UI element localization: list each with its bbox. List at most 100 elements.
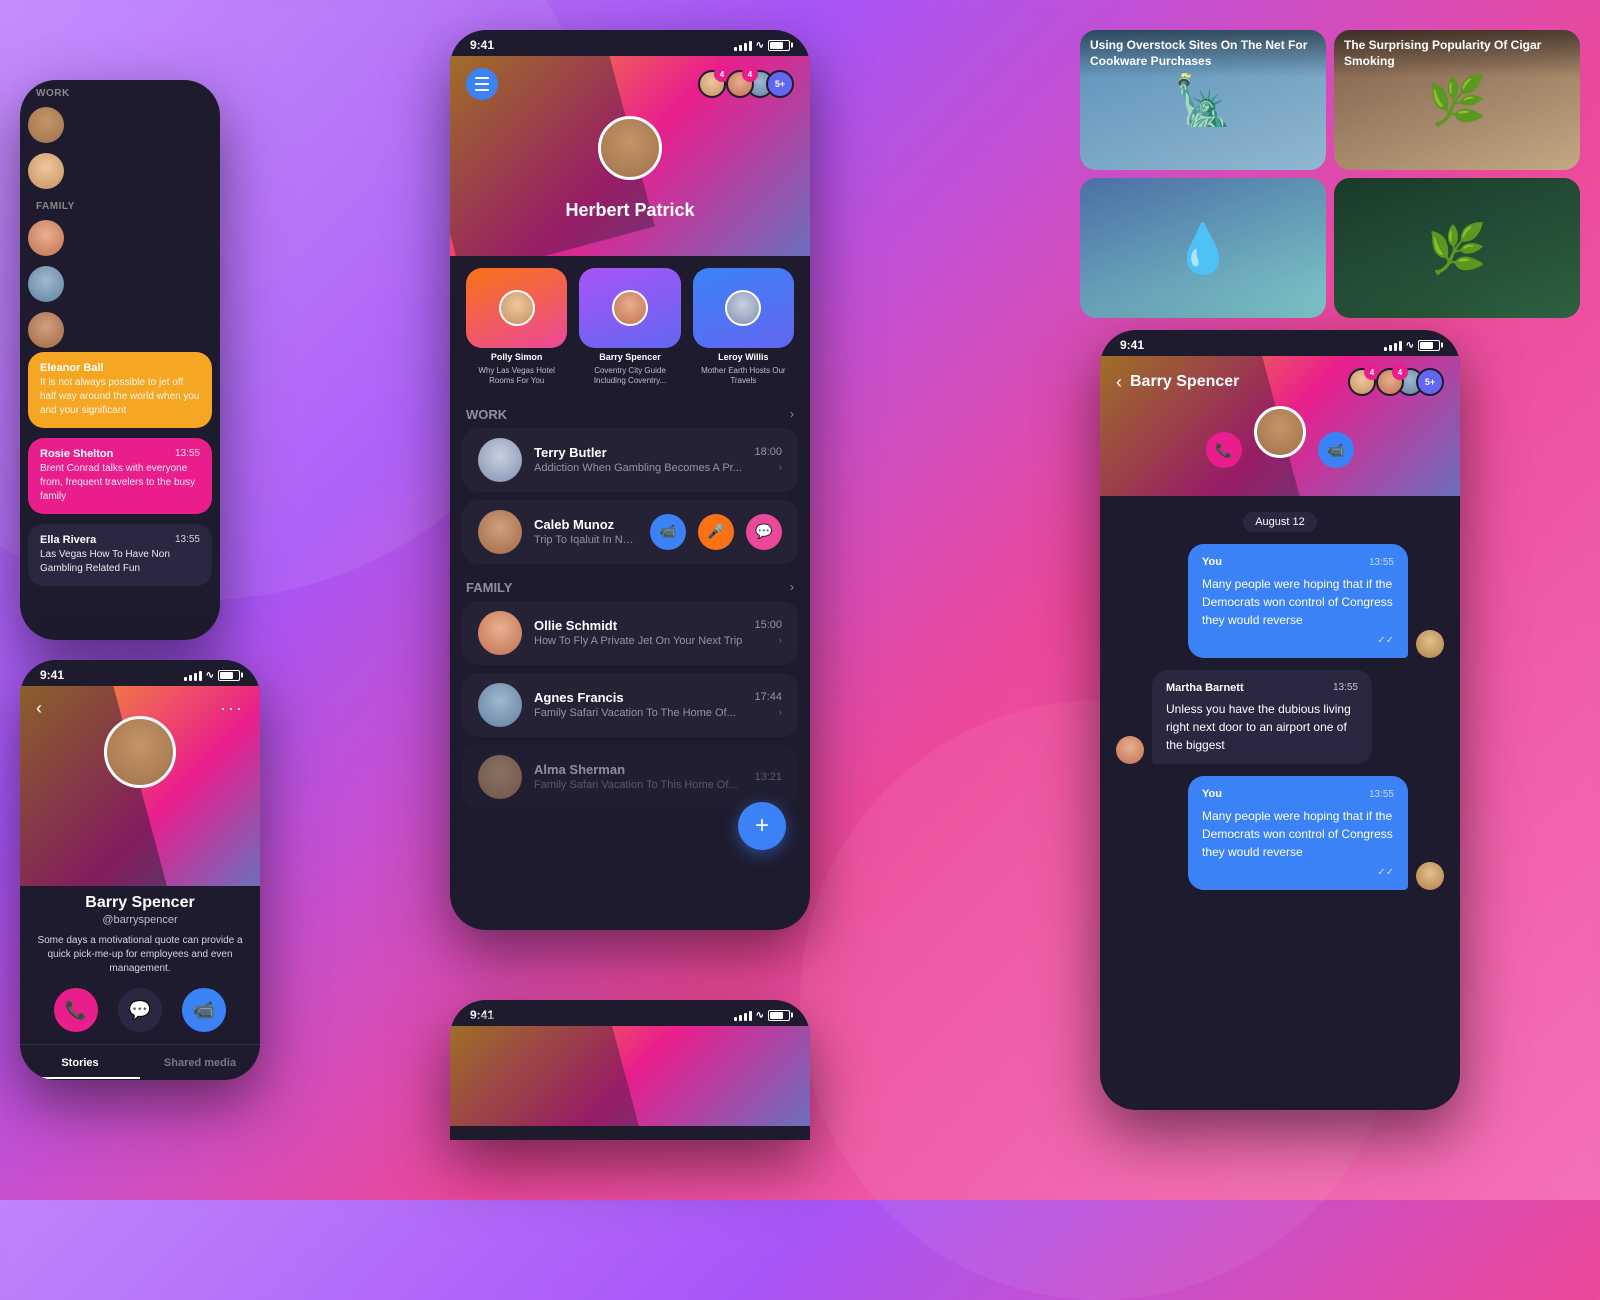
chat-call-button[interactable]: 📞 [1206,432,1242,468]
profile-message-button[interactable]: 💬 [118,988,162,1032]
msg-text-ella: Las Vegas How To Have Non Gambling Relat… [40,548,200,576]
msg-text-terry: Addiction When Gambling Becomes A Pr... [534,462,742,474]
chat-contact-name: Barry Spencer [1130,373,1340,391]
msg-text-eleanor: It is not always possible to jet off hal… [40,376,200,418]
tab-shared-media[interactable]: Shared media [140,1057,260,1079]
story-desc-barry: Coventry City Guide Including Coventry..… [579,366,680,387]
chat-msg-received-1: Martha Barnett 13:55 Unless you have the… [1116,670,1444,765]
msg-content-ollie: Ollie Schmidt How To Fly A Private Jet O… [534,618,742,647]
caleb-video-btn[interactable]: 📹 [650,514,686,550]
chat-status-icons: ∿ [1384,339,1440,351]
story-card-barry[interactable] [579,268,680,348]
blog-section: 🗽 Using Overstock Sites On The Net For C… [1080,30,1580,318]
chat-hero-av-2-wrap: 4 [1376,368,1404,396]
status-bar-profile: 9:41 ∿ [20,660,260,686]
family-section-title: FAMILY [466,580,512,595]
msg-content-caleb: Caleb Munoz Trip To Iqaluit In Nun... [534,517,638,546]
avatar-item-4[interactable] [28,262,212,306]
profile-back-button[interactable]: ‹ [36,698,42,719]
msg-list-caleb[interactable]: Caleb Munoz Trip To Iqaluit In Nun... 📹 … [462,500,798,564]
story-name-leroy: Leroy Willis [718,352,768,362]
msg-avatar-ollie [478,611,522,655]
family-section-arrow[interactable]: › [790,580,794,594]
story-item-polly[interactable]: Polly Simon Why Las Vegas Hotel Rooms Fo… [466,268,567,387]
avatar-item-5[interactable] [28,308,212,352]
chat-hero-av-1-wrap: 4 [1348,368,1376,396]
msg-list-agnes[interactable]: Agnes Francis Family Safari Vacation To … [462,673,798,737]
status-time: 9:41 [470,38,494,52]
hero-avatars: 4 4 5+ [698,70,794,98]
chat-time-1: 13:55 [1369,555,1394,570]
caleb-action-btns: 📹 🎤 💬 [650,514,782,550]
profile-wifi-icon: ∿ [206,670,214,681]
blog-card-plant-img: 🌿 [1334,178,1580,318]
profile-video-button[interactable]: 📹 [182,988,226,1032]
msg-text-agnes: Family Safari Vacation To The Home Of... [534,707,742,719]
msg-time-rosie: 13:55 [175,448,200,459]
chat-sent-avatar-1 [1416,630,1444,658]
avatar-item-2[interactable] [28,149,212,193]
profile-call-button[interactable]: 📞 [54,988,98,1032]
chat-sender-1: You [1202,554,1222,571]
msg-name-caleb: Caleb Munoz [534,517,638,532]
chat-back-button[interactable]: ‹ [1116,372,1122,393]
msg-text-alma: Family Safari Vacation To This Home Of..… [534,779,742,791]
profile-info: Barry Spencer @barryspencer [20,886,260,926]
avatar-item-3[interactable] [28,216,212,260]
chat-bubble-recv-1[interactable]: Martha Barnett 13:55 Unless you have the… [1152,670,1372,765]
story-avatar-polly [499,290,535,326]
story-card-polly[interactable] [466,268,567,348]
message-bubble-ella[interactable]: Ella Rivera 13:55 Las Vegas How To Have … [28,524,212,586]
caleb-msg-btn[interactable]: 💬 [746,514,782,550]
msg-list-alma[interactable]: Alma Sherman Family Safari Vacation To T… [462,745,798,809]
msg-sender-eleanor: Eleanor Ball [40,362,200,374]
blog-card-water[interactable]: 💧 [1080,178,1326,318]
blog-card-cigar[interactable]: 🌿 The Surprising Popularity Of Cigar Smo… [1334,30,1580,170]
story-item-barry[interactable]: Barry Spencer Coventry City Guide Includ… [579,268,680,387]
msg-list-ollie[interactable]: Ollie Schmidt How To Fly A Private Jet O… [462,601,798,665]
chat-text-recv: Unless you have the dubious living right… [1166,700,1358,754]
work-section-arrow[interactable]: › [790,407,794,421]
chat-msg-sent-1: You 13:55 Many people were hoping that i… [1116,544,1444,658]
message-bubble-rosie[interactable]: Rosie Shelton 13:55 Brent Conrad talks w… [28,438,212,514]
profile-handle: @barryspencer [36,914,244,926]
bottom-wifi-icon: ∿ [756,1010,764,1021]
avatar-person-5 [28,312,64,348]
caleb-mic-btn[interactable]: 🎤 [698,514,734,550]
profile-tabs: Stories Shared media [20,1044,260,1079]
chat-time-2: 13:55 [1369,787,1394,802]
profile-more-button[interactable]: ··· [220,698,244,719]
msg-right-caleb: 📹 🎤 💬 [650,514,782,550]
msg-right-alma: 13:21 [754,771,782,783]
story-card-leroy[interactable] [693,268,794,348]
signal-icon [734,39,752,51]
avatar-person-3 [28,220,64,256]
message-bubble-eleanor[interactable]: Eleanor Ball It is not always possible t… [28,352,212,428]
chat-bubble-sent-1[interactable]: You 13:55 Many people were hoping that i… [1188,544,1408,658]
profile-bio: Some days a motivational quote can provi… [20,926,260,976]
phone-profile: 9:41 ∿ ‹ ··· Barry Spencer @barryspencer… [20,660,260,1080]
chat-bubble-meta-1: You 13:55 [1202,554,1394,571]
bottom-status-icons: ∿ [734,1009,790,1021]
chat-plus-badge[interactable]: 5+ [1416,368,1444,396]
hero-content: 4 4 5+ [450,56,810,100]
chat-signal-icon [1384,339,1402,351]
hero-plus-badge[interactable]: 5+ [766,70,794,98]
blog-card-plant[interactable]: 🌿 [1334,178,1580,318]
story-item-leroy[interactable]: Leroy Willis Mother Earth Hosts Our Trav… [693,268,794,387]
msg-text-rosie: Brent Conrad talks with everyone from, f… [40,462,200,504]
msg-right-terry: 18:00 › [754,446,782,473]
chat-video-button[interactable]: 📹 [1318,432,1354,468]
msg-list-terry[interactable]: Terry Butler Addiction When Gambling Bec… [462,428,798,492]
avatar-item-1[interactable] [28,103,212,147]
menu-button[interactable] [466,68,498,100]
tab-stories[interactable]: Stories [20,1057,140,1079]
fab-compose-button[interactable]: + [738,802,786,850]
chat-wifi-icon: ∿ [1406,340,1414,351]
chat-sent-avatar-2 [1416,862,1444,890]
profile-battery-icon [218,670,240,681]
msg-time-ella: 13:55 [175,534,200,545]
blog-card-cookware[interactable]: 🗽 Using Overstock Sites On The Net For C… [1080,30,1326,170]
chat-bubble-sent-2[interactable]: You 13:55 Many people were hoping that i… [1188,776,1408,890]
work-section-header: WORK › [450,399,810,428]
